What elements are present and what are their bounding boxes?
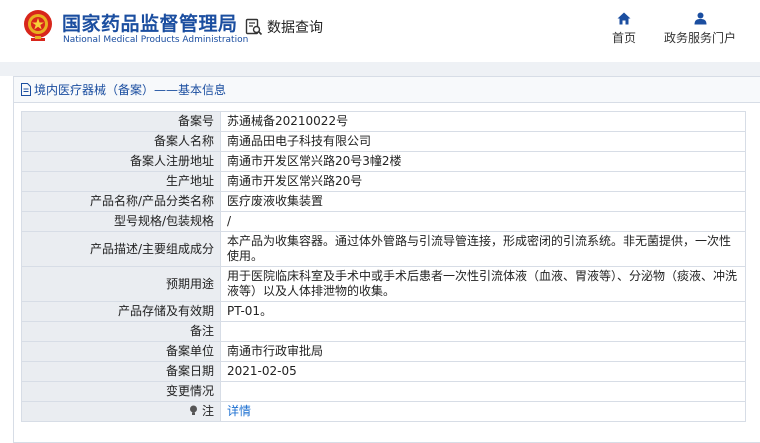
national-emblem-icon [24, 10, 52, 41]
home-icon [617, 12, 631, 25]
table-row: 产品名称/产品分类名称 医疗废液收集装置 [21, 191, 746, 212]
row-value: 南通品田电子科技有限公司 [220, 131, 746, 152]
row-label: 备案日期 [21, 361, 221, 382]
row-value: 医疗废液收集装置 [220, 191, 746, 212]
nav-service-label: 政务服务门户 [663, 31, 736, 45]
row-value: 南通市开发区常兴路20号 [220, 171, 746, 192]
panel-title-text: 境内医疗器械（备案）——基本信息 [34, 83, 227, 97]
table-row: 生产地址 南通市开发区常兴路20号 [21, 171, 746, 192]
row-label: 型号规格/包装规格 [21, 211, 221, 232]
row-label: 备注 [21, 321, 221, 342]
row-value: 苏通械备20210022号 [220, 111, 746, 132]
row-label: 产品存储及有效期 [21, 301, 221, 322]
row-value: 用于医院临床科室及手术中或手术后患者一次性引流体液（血液、胃液等）、分泌物（痰液… [220, 266, 746, 302]
row-value: 详情 [220, 401, 746, 422]
table-row: 备案人注册地址 南通市开发区常兴路20号3幢2楼 [21, 151, 746, 172]
row-value: 南通市开发区常兴路20号3幢2楼 [220, 151, 746, 172]
search-document-icon [245, 18, 263, 36]
table-row: 备案日期 2021-02-05 [21, 361, 746, 382]
table-row: 型号规格/包装规格 / [21, 211, 746, 232]
row-value: 南通市行政审批局 [220, 341, 746, 362]
user-icon [694, 12, 706, 25]
table-row: 变更情况 [21, 381, 746, 402]
page-background-strip [0, 62, 760, 76]
table-row: 产品存储及有效期 PT-01。 [21, 301, 746, 322]
table-row: 预期用途 用于医院临床科室及手术中或手术后患者一次性引流体液（血液、胃液等）、分… [21, 266, 746, 302]
row-value [220, 321, 746, 342]
row-value: / [220, 211, 746, 232]
row-value: PT-01。 [220, 301, 746, 322]
nav-home-button[interactable]: 首页 [608, 12, 640, 46]
row-label: 产品名称/产品分类名称 [21, 191, 221, 212]
table-row: 产品描述/主要组成成分 本产品为收集容器。通过体外管路与引流导管连接，形成密闭的… [21, 231, 746, 267]
row-value: 2021-02-05 [220, 361, 746, 382]
table-row: 备案人名称 南通品田电子科技有限公司 [21, 131, 746, 152]
note-label: 注 [201, 404, 214, 418]
table-row: 备案号 苏通械备20210022号 [21, 111, 746, 132]
lightbulb-icon [190, 405, 198, 415]
nav-service-portal-button[interactable]: 政务服务门户 [660, 12, 740, 46]
row-label: 备案号 [21, 111, 221, 132]
panel-title: 境内医疗器械（备案）——基本信息 [14, 77, 760, 103]
detail-panel: 境内医疗器械（备案）——基本信息 备案号 苏通械备20210022号 备案人名称… [13, 76, 760, 443]
row-label: 备案人名称 [21, 131, 221, 152]
site-header: 国家药品监督管理局 National Medical Products Admi… [0, 0, 760, 62]
row-label: 备案单位 [21, 341, 221, 362]
row-value: 本产品为收集容器。通过体外管路与引流导管连接，形成密闭的引流系统。非无菌提供，一… [220, 231, 746, 267]
nav-home-label: 首页 [611, 31, 636, 45]
document-icon [21, 83, 31, 96]
row-value [220, 381, 746, 402]
row-label: 产品描述/主要组成成分 [21, 231, 221, 267]
table-row: 注 详情 [21, 401, 746, 422]
record-table: 备案号 苏通械备20210022号 备案人名称 南通品田电子科技有限公司 备案人… [21, 111, 746, 422]
row-label-note: 注 [21, 401, 221, 422]
row-label: 生产地址 [21, 171, 221, 192]
row-label: 预期用途 [21, 266, 221, 302]
table-row: 备案单位 南通市行政审批局 [21, 341, 746, 362]
data-query-link[interactable]: 数据查询 [245, 17, 323, 37]
row-label: 变更情况 [21, 381, 221, 402]
table-row: 备注 [21, 321, 746, 342]
data-query-label: 数据查询 [267, 20, 323, 36]
details-link[interactable]: 详情 [227, 404, 251, 418]
site-subtitle: National Medical Products Administration [63, 35, 249, 45]
row-label: 备案人注册地址 [21, 151, 221, 172]
site-title[interactable]: 国家药品监督管理局 [62, 9, 238, 36]
